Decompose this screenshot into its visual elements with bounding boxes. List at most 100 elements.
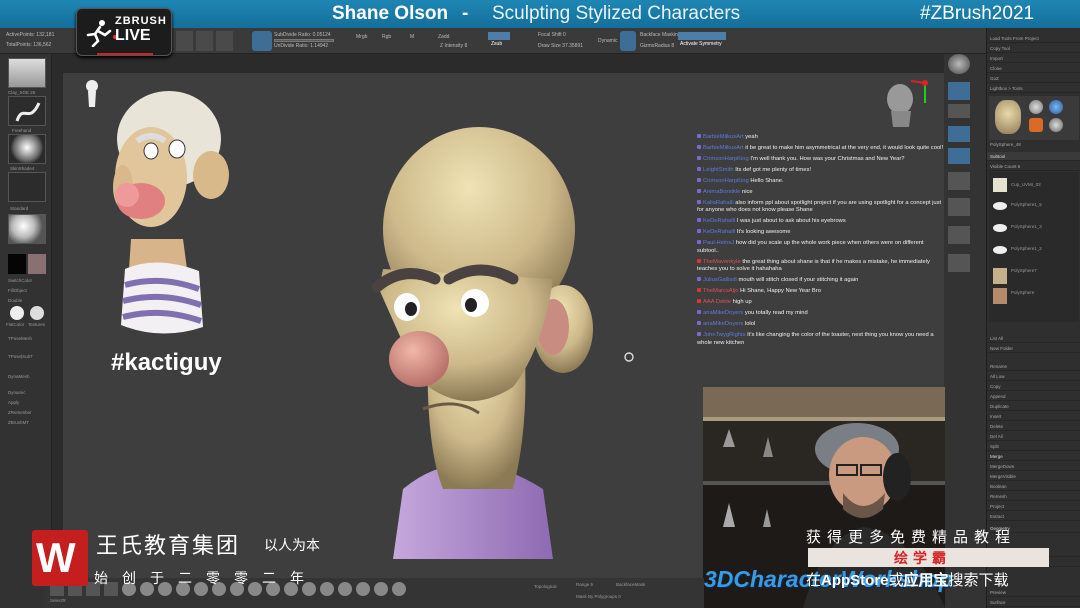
- subtool-name[interactable]: PolySphere: [1011, 290, 1034, 295]
- chat-user[interactable]: LeightSmith: [703, 167, 734, 173]
- split-button[interactable]: Split: [987, 442, 1080, 451]
- persp-icon[interactable]: [948, 82, 970, 100]
- alpha-thumbnail[interactable]: [8, 134, 46, 164]
- copy-button[interactable]: Copy: [987, 382, 1080, 391]
- frame-icon[interactable]: [948, 172, 970, 190]
- load-tools-button[interactable]: Load Tools From Project: [987, 34, 1080, 43]
- surface-button[interactable]: Surface: [987, 598, 1080, 607]
- focal-shift-slider[interactable]: Focal Shift 0: [538, 32, 566, 38]
- secondary-color-swatch[interactable]: [28, 254, 46, 274]
- subtool-name[interactable]: PolySphere1_3: [1011, 224, 1042, 229]
- zcylinder-brush-icon[interactable]: [392, 582, 406, 596]
- main-color-swatch[interactable]: [8, 254, 26, 274]
- chat-user[interactable]: JohnTwygRights: [703, 332, 746, 338]
- dynamic-toggle[interactable]: Dynamic: [598, 38, 617, 44]
- imm-brush-icon[interactable]: [374, 582, 388, 596]
- delete-button[interactable]: Delete: [987, 422, 1080, 431]
- subtool-name[interactable]: PolySphere7: [1011, 268, 1037, 273]
- mask-by-polygroups-slider[interactable]: Mask By Polygroups 0: [576, 594, 621, 599]
- del-all-button[interactable]: Del All: [987, 432, 1080, 441]
- tpose-subt[interactable]: TPose|SubT: [8, 354, 33, 359]
- import-button[interactable]: Import: [987, 54, 1080, 63]
- current-tool-thumbnail[interactable]: [995, 100, 1021, 134]
- switch-color[interactable]: SwitchColor: [8, 278, 32, 283]
- chat-user[interactable]: KeDeRahalli: [703, 218, 735, 224]
- chat-user[interactable]: ariaMikeDoyers: [703, 310, 743, 316]
- subtool-thumbnail[interactable]: [993, 202, 1007, 210]
- gizmo-radius[interactable]: GizmoRadius 8: [640, 43, 674, 49]
- m-button[interactable]: M: [410, 34, 414, 40]
- activate-symmetry-button[interactable]: Activate Symmetry: [678, 32, 726, 47]
- zoom-view-icon[interactable]: [948, 226, 970, 244]
- floor-icon[interactable]: [948, 104, 970, 118]
- chat-user[interactable]: JuliusGallisdi: [703, 277, 737, 283]
- flat-color-icon[interactable]: [10, 306, 24, 320]
- subdivide-slider[interactable]: [274, 39, 334, 42]
- appstore-link[interactable]: AppStore: [821, 572, 889, 589]
- subtool-name[interactable]: PolySphere1_2: [1011, 246, 1042, 251]
- sphere-icon[interactable]: [948, 54, 970, 74]
- chat-user[interactable]: TheMavenkyle: [703, 259, 741, 265]
- merge-button[interactable]: Merge: [987, 452, 1080, 461]
- texture-thumbnail[interactable]: [8, 172, 46, 202]
- all-low-button[interactable]: All Low: [987, 372, 1080, 381]
- apply-button[interactable]: Apply: [8, 400, 19, 405]
- lightbox-tools-button[interactable]: Lightbox > Tools: [987, 84, 1080, 93]
- draw-button[interactable]: [196, 31, 213, 51]
- local-icon[interactable]: [948, 126, 970, 142]
- goz-button[interactable]: GoZ: [987, 74, 1080, 83]
- rename-button[interactable]: Rename: [987, 362, 1080, 371]
- mrgb-button[interactable]: Mrgb: [356, 34, 367, 40]
- clone-button[interactable]: Clone: [987, 64, 1080, 73]
- backface-mask-toggle[interactable]: BackfaceMask: [616, 582, 645, 587]
- polysphere-thumbnail[interactable]: [1029, 100, 1043, 114]
- merge-down-button[interactable]: MergeDown: [987, 462, 1080, 471]
- yingyongbao-link[interactable]: 应用宝: [904, 572, 949, 589]
- chat-user[interactable]: ariaMikeDoyers: [703, 321, 743, 327]
- simple-brush-thumbnail[interactable]: [1029, 118, 1043, 132]
- dynamic-button[interactable]: Dynamic: [8, 390, 26, 395]
- subtool-thumbnail[interactable]: [993, 288, 1007, 304]
- clipcurve-brush-icon[interactable]: [320, 582, 334, 596]
- move-view-icon[interactable]: [948, 198, 970, 216]
- z-intensity-slider[interactable]: Z Intensity 8: [440, 43, 467, 49]
- subtool-thumbnail[interactable]: [993, 268, 1007, 284]
- rgb-button[interactable]: Rgb: [382, 34, 391, 40]
- chat-user[interactable]: AnimaBorstkle: [703, 189, 740, 195]
- project-button[interactable]: Project: [987, 502, 1080, 511]
- textures-icon[interactable]: [30, 306, 44, 320]
- chat-user[interactable]: KaliaRahalli: [703, 200, 734, 206]
- merge-visible-button[interactable]: MergeVisible: [987, 472, 1080, 481]
- chat-user[interactable]: KeDeRahalli: [703, 229, 735, 235]
- extract-button[interactable]: Extract: [987, 512, 1080, 521]
- trimcurve-brush-icon[interactable]: [338, 582, 352, 596]
- fill-object[interactable]: FillObject: [8, 288, 27, 293]
- alphabrush-thumbnail[interactable]: [1049, 100, 1063, 114]
- zremesher-button[interactable]: ZRemesher: [8, 410, 32, 415]
- subtool-thumbnail[interactable]: [993, 224, 1007, 232]
- subtool-name[interactable]: Cup_UVMr_02: [1011, 182, 1041, 187]
- chat-user[interactable]: BarbieMilkusArt: [703, 134, 744, 140]
- remesh-button[interactable]: Remesh: [987, 492, 1080, 501]
- copy-tool-button[interactable]: Copy Tool: [987, 44, 1080, 53]
- topological-toggle[interactable]: Topological: [534, 584, 557, 589]
- zadd-button[interactable]: Zadd: [438, 34, 449, 40]
- boolean-button[interactable]: Boolean: [987, 482, 1080, 491]
- xyz-icon[interactable]: [948, 148, 970, 164]
- clay-brush-thumbnail[interactable]: [8, 58, 46, 88]
- chat-user[interactable]: Paul-HeinsJ: [703, 240, 734, 246]
- stroke-thumbnail[interactable]: [8, 96, 46, 126]
- edit-button[interactable]: [176, 31, 193, 51]
- chat-user[interactable]: BarbieMilkusArt: [703, 145, 744, 151]
- material-thumbnail[interactable]: [8, 214, 46, 244]
- topology-brush-icon[interactable]: [356, 582, 370, 596]
- subtool-header[interactable]: Subtool: [987, 152, 1080, 161]
- append-button[interactable]: Append: [987, 392, 1080, 401]
- symmetry-icon[interactable]: [620, 31, 636, 51]
- new-folder-button[interactable]: New Folder: [987, 344, 1080, 353]
- chat-user[interactable]: CrimsonHarpKing: [703, 178, 749, 184]
- tool-thumbnails[interactable]: [989, 96, 1079, 140]
- chat-user[interactable]: TheMarcsAljo: [703, 288, 738, 294]
- chat-user[interactable]: AAA Dekte: [703, 299, 731, 305]
- subtool-thumbnail[interactable]: [993, 178, 1007, 192]
